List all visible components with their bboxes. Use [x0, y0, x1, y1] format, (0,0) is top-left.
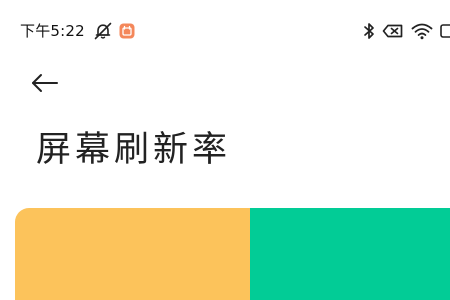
page-title: 屏幕刷新率 [36, 130, 232, 170]
battery-status-icon [382, 22, 404, 40]
app-notification-icon [119, 23, 135, 39]
bluetooth-icon [363, 22, 375, 40]
refresh-rate-option-card[interactable] [250, 208, 450, 300]
arrow-left-icon [30, 72, 60, 94]
refresh-rate-option-card[interactable] [15, 208, 250, 300]
back-button[interactable] [30, 66, 66, 100]
status-bar: 下午5:22 [0, 0, 450, 64]
status-time: 下午5:22 [20, 22, 85, 40]
wifi-icon [411, 22, 433, 40]
notifications-muted-icon [93, 22, 113, 40]
status-left-icons [93, 22, 135, 40]
status-right-icons [363, 22, 450, 40]
battery-icon [440, 22, 450, 40]
refresh-rate-options [15, 208, 450, 300]
